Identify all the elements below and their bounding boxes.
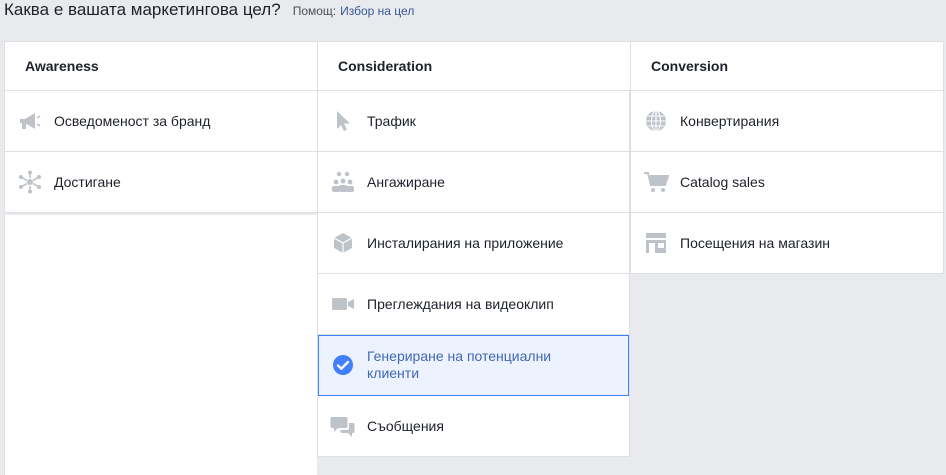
cube-icon xyxy=(330,230,356,256)
column-conversion: Conversion Конвертирания Catalog sales П… xyxy=(630,41,944,475)
objective-catalog-sales[interactable]: Catalog sales xyxy=(631,152,943,213)
video-camera-icon xyxy=(330,291,356,317)
objective-label: Посещения на магазин xyxy=(680,234,831,251)
megaphone-icon xyxy=(17,108,43,134)
objective-label: Catalog sales xyxy=(680,173,765,190)
objective-reach[interactable]: Достигане xyxy=(5,152,317,213)
objective-question: Каква е вашата маркетингова цел? xyxy=(4,0,281,19)
objective-list: Трафик Ангажиране Инсталирания на прилож… xyxy=(317,91,630,457)
objective-label: Съобщения xyxy=(367,417,444,434)
awareness-empty-area xyxy=(4,215,317,475)
page-header: Каква е вашата маркетингова цел? Помощ: … xyxy=(4,0,414,26)
shopping-cart-icon xyxy=(643,169,669,195)
objective-label: Ангажиране xyxy=(367,173,445,190)
column-title: Conversion xyxy=(630,41,944,91)
objective-messages[interactable]: Съобщения xyxy=(318,396,629,457)
reach-burst-icon xyxy=(17,169,43,195)
help-prefix: Помощ: xyxy=(292,4,337,18)
objective-label: Конвертирания xyxy=(680,112,780,129)
objective-conversions[interactable]: Конвертирания xyxy=(631,91,943,152)
cursor-icon xyxy=(330,108,356,134)
column-title: Awareness xyxy=(4,41,317,91)
objective-traffic[interactable]: Трафик xyxy=(318,91,629,152)
objective-engagement[interactable]: Ангажиране xyxy=(318,152,629,213)
objective-app-installs[interactable]: Инсталирания на приложение xyxy=(318,213,629,274)
column-consideration: Consideration Трафик Ангажиране Инсталир… xyxy=(317,41,630,475)
objective-label: Преглеждания на видеоклип xyxy=(367,295,554,312)
objective-label: Достигане xyxy=(54,173,121,190)
column-title: Consideration xyxy=(317,41,630,91)
objective-lead-generation[interactable]: Генериране на потенциални клиенти xyxy=(318,335,629,396)
objective-label: Осведоменост за бранд xyxy=(54,112,211,129)
store-icon xyxy=(643,230,669,256)
help-link[interactable]: Избор на цел xyxy=(340,4,414,18)
objective-list: Осведоменост за бранд Достигане xyxy=(4,91,317,213)
objective-list: Конвертирания Catalog sales Посещения на… xyxy=(630,91,944,274)
objective-video-views[interactable]: Преглеждания на видеоклип xyxy=(318,274,629,335)
objective-label: Трафик xyxy=(367,112,416,129)
globe-icon xyxy=(643,108,669,134)
checkmark-icon xyxy=(330,352,356,378)
objective-brand-awareness[interactable]: Осведоменост за бранд xyxy=(5,91,317,152)
objective-label: Генериране на потенциални клиенти xyxy=(367,348,552,381)
chat-bubbles-icon xyxy=(330,413,356,439)
objective-store-visits[interactable]: Посещения на магазин xyxy=(631,213,943,274)
people-icon xyxy=(330,169,356,195)
objective-label: Инсталирания на приложение xyxy=(367,234,564,251)
